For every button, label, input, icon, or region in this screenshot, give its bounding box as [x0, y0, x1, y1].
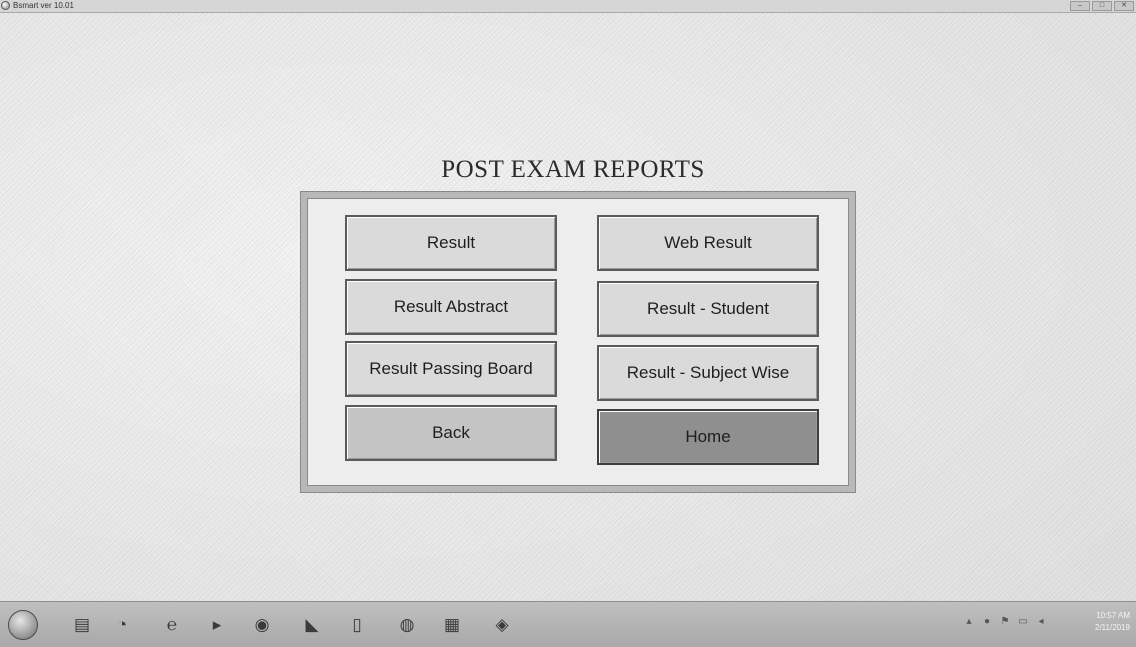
firefox-icon[interactable]: ◉	[250, 613, 274, 637]
tray-arrow-icon[interactable]: ▴	[964, 616, 974, 627]
result-button[interactable]: Result	[345, 215, 557, 271]
tray-volume-icon[interactable]: ◂	[1036, 616, 1046, 627]
tray-monitor-icon[interactable]: ▭	[1018, 616, 1028, 627]
result-abstract-button[interactable]: Result Abstract	[345, 279, 557, 335]
app-icon	[1, 1, 10, 10]
tray-flag-icon[interactable]: ⚑	[1000, 616, 1010, 627]
window-title-bar: Bsmart ver 10.01 – □ ✕	[0, 0, 1136, 13]
close-button[interactable]: ✕	[1114, 1, 1134, 11]
media-player-icon[interactable]: ▸	[205, 613, 229, 637]
clock-time: 10:57 AM	[1096, 611, 1130, 620]
result-student-button[interactable]: Result - Student	[597, 281, 819, 337]
web-result-button[interactable]: Web Result	[597, 215, 819, 271]
network-icon[interactable]: ◍	[395, 613, 419, 637]
back-button[interactable]: Back	[345, 405, 557, 461]
start-button[interactable]	[8, 610, 38, 640]
result-subject-wise-button[interactable]: Result - Subject Wise	[597, 345, 819, 401]
maximize-button[interactable]: □	[1092, 1, 1112, 11]
folder-icon[interactable]: ▤	[70, 613, 94, 637]
ie-icon[interactable]: ℮	[160, 613, 184, 637]
taskbar: ▤ ◔ ℮ ▸ ◉ ◣ ▯ ◍ ▦ ◈ ▴ ● ⚑ ▭ ◂ 10:57 AM 2…	[0, 601, 1136, 647]
clock-date: 2/11/2019	[1095, 623, 1130, 632]
chrome-icon[interactable]: ◔	[110, 613, 134, 637]
window-title: Bsmart ver 10.01	[13, 1, 74, 10]
notepad-icon[interactable]: ▦	[440, 613, 464, 637]
taskbar-clock[interactable]: 10:57 AM 2/11/2019	[1060, 610, 1130, 634]
acrobat-icon[interactable]: ◣	[300, 613, 324, 637]
bsmart-taskbar-icon[interactable]: ◈	[490, 613, 514, 637]
document-icon[interactable]: ▯	[345, 613, 369, 637]
page-title: POST EXAM REPORTS	[441, 156, 705, 183]
tray-network-icon[interactable]: ●	[982, 616, 992, 627]
result-passing-board-button[interactable]: Result Passing Board	[345, 341, 557, 397]
window-controls: – □ ✕	[1070, 1, 1134, 11]
minimize-button[interactable]: –	[1070, 1, 1090, 11]
report-menu-panel: Result Web Result Result Abstract Result…	[301, 192, 855, 492]
home-button[interactable]: Home	[597, 409, 819, 465]
system-tray: ▴ ● ⚑ ▭ ◂	[964, 616, 1046, 627]
